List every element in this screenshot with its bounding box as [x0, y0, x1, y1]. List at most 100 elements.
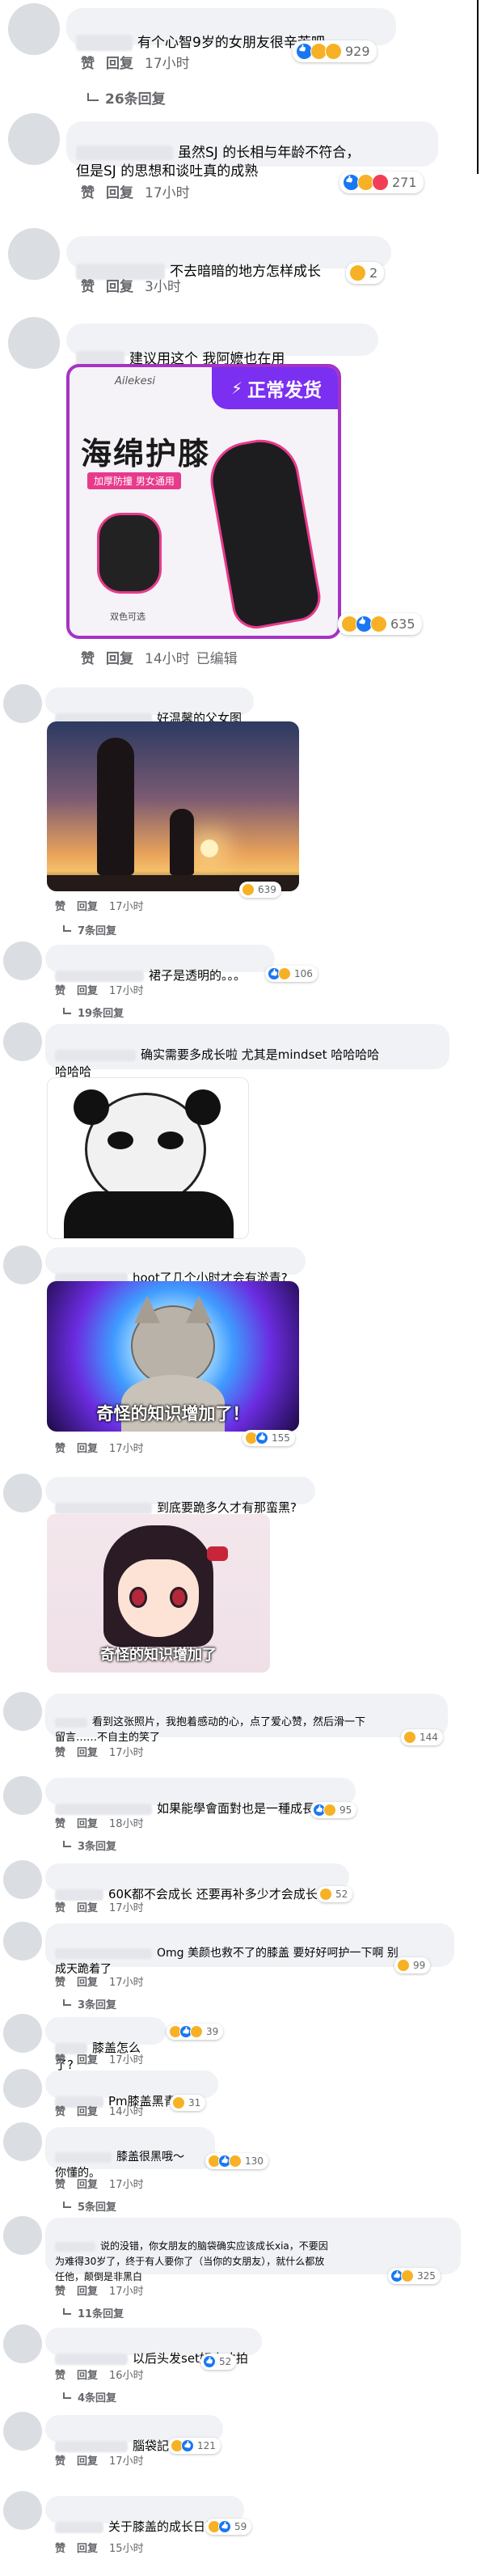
- comment-time[interactable]: 17小时: [109, 2054, 144, 2066]
- anime-meme-image[interactable]: 奇怪的知识增加了: [47, 1514, 270, 1673]
- panda-meme-image[interactable]: [47, 1077, 249, 1239]
- view-replies-link[interactable]: 19条回复: [63, 1005, 124, 1020]
- avatar[interactable]: [8, 113, 60, 165]
- like-button[interactable]: 赞: [55, 2370, 65, 2382]
- reply-button[interactable]: 回复: [77, 2455, 98, 2468]
- reaction-summary[interactable]: 271: [340, 171, 424, 193]
- comment-time[interactable]: 17小时: [109, 1747, 144, 1759]
- avatar[interactable]: [8, 228, 60, 280]
- reply-button[interactable]: 回复: [77, 2370, 98, 2382]
- reply-button[interactable]: 回复: [77, 1977, 98, 1989]
- comment-time[interactable]: 17小时: [109, 901, 144, 913]
- comment-time[interactable]: 3小时: [145, 279, 181, 295]
- comment-time[interactable]: 17小时: [109, 985, 144, 997]
- like-button[interactable]: 赞: [55, 1747, 65, 1759]
- view-replies-link[interactable]: 3条回复: [63, 1996, 116, 2011]
- reaction-summary[interactable]: 95: [310, 1802, 357, 1818]
- comment-time[interactable]: 17小时: [145, 56, 190, 72]
- avatar[interactable]: [3, 1776, 42, 1815]
- avatar[interactable]: [3, 2122, 42, 2161]
- comment-time[interactable]: 15小时: [109, 2543, 144, 2555]
- avatar[interactable]: [3, 1022, 42, 1061]
- avatar[interactable]: [3, 1246, 42, 1284]
- view-replies-link[interactable]: 11条回复: [63, 2305, 124, 2320]
- comment-time[interactable]: 17小时: [109, 2455, 144, 2468]
- reaction-summary[interactable]: 929: [293, 40, 377, 62]
- like-button[interactable]: 赞: [81, 279, 95, 295]
- reaction-summary[interactable]: 99: [394, 1957, 431, 1973]
- reply-button[interactable]: 回复: [77, 1747, 98, 1759]
- reply-button[interactable]: 回复: [106, 185, 133, 201]
- like-button[interactable]: 赞: [55, 901, 65, 913]
- reaction-summary[interactable]: 639: [239, 882, 281, 898]
- comment-time[interactable]: 17小时: [145, 185, 190, 201]
- reply-button[interactable]: 回复: [77, 1902, 98, 1914]
- reply-button[interactable]: 回复: [106, 279, 133, 295]
- view-replies-link[interactable]: 3条回复: [63, 1838, 116, 1853]
- reply-button[interactable]: 回复: [77, 2286, 98, 2298]
- reaction-summary[interactable]: 106: [265, 966, 318, 982]
- reaction-summary[interactable]: 52: [317, 1886, 353, 1902]
- view-replies-link[interactable]: 5条回复: [63, 2198, 116, 2214]
- like-button[interactable]: 赞: [55, 1443, 65, 1455]
- reply-button[interactable]: 回复: [77, 2543, 98, 2555]
- comment-time[interactable]: 16小时: [109, 2370, 144, 2382]
- avatar[interactable]: [8, 3, 60, 55]
- like-button[interactable]: 赞: [55, 1902, 65, 1914]
- reaction-summary[interactable]: 130: [205, 2153, 268, 2169]
- avatar[interactable]: [3, 684, 42, 723]
- reaction-summary[interactable]: 121: [168, 2438, 221, 2454]
- like-button[interactable]: 赞: [55, 1818, 65, 1830]
- reaction-summary[interactable]: 59: [205, 2519, 252, 2535]
- comment-time[interactable]: 17小时: [109, 1443, 144, 1455]
- like-button[interactable]: 赞: [55, 985, 65, 997]
- like-button[interactable]: 赞: [81, 185, 95, 201]
- like-button[interactable]: 赞: [81, 651, 95, 667]
- reply-button[interactable]: 回复: [77, 1818, 98, 1830]
- comment-time[interactable]: 17小时: [109, 1902, 144, 1914]
- reaction-summary[interactable]: 31: [170, 2095, 206, 2111]
- like-button[interactable]: 赞: [55, 2286, 65, 2298]
- like-button[interactable]: 赞: [55, 2179, 65, 2191]
- view-replies-link[interactable]: 26条回复: [87, 87, 166, 108]
- view-replies-link[interactable]: 4条回复: [63, 2389, 116, 2405]
- avatar[interactable]: [3, 2069, 42, 2108]
- avatar[interactable]: [3, 2216, 42, 2255]
- reply-button[interactable]: 回复: [77, 2054, 98, 2066]
- product-ad-image[interactable]: Ailekesi ⚡ 正常发货 海绵护膝 加厚防撞 男女通用 双色可选: [66, 364, 341, 639]
- avatar[interactable]: [3, 2491, 42, 2530]
- view-replies-link[interactable]: 7条回复: [63, 922, 116, 937]
- reaction-summary[interactable]: 52: [200, 2354, 237, 2370]
- avatar[interactable]: [3, 941, 42, 980]
- like-button[interactable]: 赞: [55, 2054, 65, 2066]
- like-button[interactable]: 赞: [55, 1977, 65, 1989]
- reply-button[interactable]: 回复: [106, 651, 133, 667]
- reaction-summary[interactable]: 2: [346, 262, 385, 284]
- like-button[interactable]: 赞: [81, 56, 95, 72]
- avatar[interactable]: [3, 1860, 42, 1899]
- comment-time[interactable]: 18小时: [109, 1818, 144, 1830]
- avatar[interactable]: [3, 1692, 42, 1731]
- reply-button[interactable]: 回复: [77, 2106, 98, 2118]
- comment-time[interactable]: 17小时: [109, 1977, 144, 1989]
- comment-time[interactable]: 17小时: [109, 2179, 144, 2191]
- avatar[interactable]: [3, 1922, 42, 1961]
- avatar[interactable]: [3, 1474, 42, 1512]
- reply-button[interactable]: 回复: [77, 985, 98, 997]
- avatar[interactable]: [3, 2014, 42, 2053]
- like-button[interactable]: 赞: [55, 2106, 65, 2118]
- father-daughter-silhouette-image[interactable]: [47, 721, 299, 891]
- reply-button[interactable]: 回复: [77, 901, 98, 913]
- cat-meme-image[interactable]: 奇怪的知识增加了！: [47, 1281, 299, 1432]
- reaction-summary[interactable]: 39: [167, 2024, 224, 2040]
- reaction-summary[interactable]: 325: [388, 2268, 441, 2284]
- reply-button[interactable]: 回复: [77, 1443, 98, 1455]
- like-button[interactable]: 赞: [55, 2543, 65, 2555]
- comment-time[interactable]: 17小时: [109, 2286, 144, 2298]
- comment-time[interactable]: 14小时: [145, 651, 190, 667]
- reply-button[interactable]: 回复: [77, 2179, 98, 2191]
- avatar[interactable]: [8, 317, 60, 369]
- avatar[interactable]: [3, 2412, 42, 2451]
- avatar[interactable]: [3, 2324, 42, 2363]
- reaction-summary[interactable]: 155: [242, 1430, 295, 1446]
